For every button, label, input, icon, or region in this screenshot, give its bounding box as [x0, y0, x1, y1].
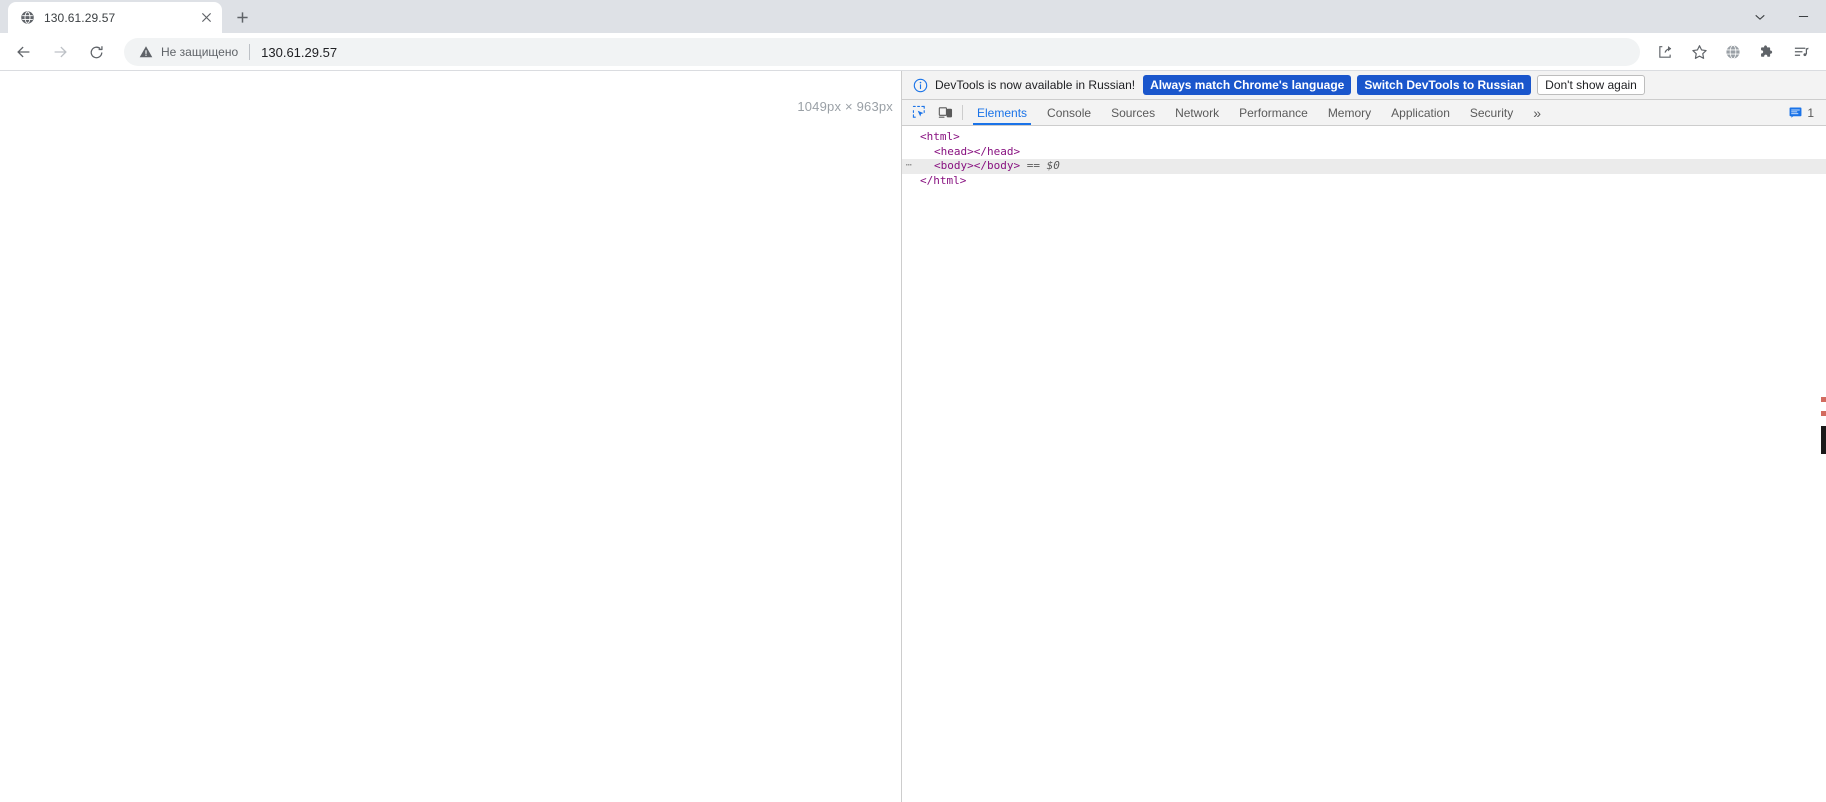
devtools-tab-bar: Elements Console Sources Network Perform…: [902, 100, 1826, 126]
devtools-panel: DevTools is now available in Russian! Al…: [901, 71, 1826, 802]
share-icon[interactable]: [1651, 38, 1679, 66]
new-tab-button[interactable]: [228, 3, 256, 31]
dom-node-text: <body></body>: [934, 159, 1021, 172]
tab-sources[interactable]: Sources: [1101, 100, 1165, 125]
dom-row[interactable]: ⋯ <body></body> == $0: [902, 159, 1826, 174]
browser-window: 130.61.29.57 Не защищено 130.61.29.57 10…: [0, 0, 1826, 802]
dom-node-selection-ref: == $0: [1020, 159, 1060, 172]
device-toolbar-icon[interactable]: [932, 100, 958, 125]
close-icon[interactable]: [198, 10, 214, 26]
dom-node-text: <html>: [920, 130, 960, 143]
tab-memory[interactable]: Memory: [1318, 100, 1381, 125]
window-controls: [1746, 0, 1826, 33]
dont-show-again-button[interactable]: Don't show again: [1537, 75, 1645, 95]
tab-elements[interactable]: Elements: [967, 100, 1037, 125]
dom-row[interactable]: <head></head>: [902, 145, 1826, 160]
reload-icon[interactable]: [80, 36, 112, 68]
tab-console[interactable]: Console: [1037, 100, 1101, 125]
scroll-marker: [1821, 397, 1826, 402]
globe-icon[interactable]: [1719, 38, 1747, 66]
info-circle-icon: [912, 77, 928, 93]
tabbar-spacer: [1551, 100, 1784, 125]
tab-performance[interactable]: Performance: [1229, 100, 1318, 125]
omnibox-divider: [249, 44, 251, 60]
security-label: Не защищено: [161, 45, 239, 59]
devtools-scroll-rail[interactable]: [1821, 126, 1826, 802]
content-area: 1049px × 963px DevTools is now available…: [0, 71, 1826, 802]
status-badge[interactable]: 1: [1784, 100, 1826, 125]
tabbar-divider: [962, 105, 963, 120]
inspect-cursor-icon[interactable]: [906, 100, 932, 125]
browser-tab[interactable]: 130.61.29.57: [8, 2, 222, 33]
viewport-size-tooltip: 1049px × 963px: [797, 99, 893, 114]
address-bar[interactable]: Не защищено 130.61.29.57: [124, 38, 1640, 66]
tab-strip: 130.61.29.57: [0, 0, 1826, 33]
tab-title: 130.61.29.57: [44, 10, 116, 25]
star-icon[interactable]: [1685, 38, 1713, 66]
security-indicator[interactable]: Не защищено: [138, 44, 238, 60]
infobar-message: DevTools is now available in Russian!: [935, 78, 1136, 92]
tab-security[interactable]: Security: [1460, 100, 1523, 125]
warning-triangle-icon: [138, 44, 154, 60]
dom-row[interactable]: <html>: [902, 130, 1826, 145]
tab-application[interactable]: Application: [1381, 100, 1460, 125]
more-tabs-icon[interactable]: »: [1523, 100, 1551, 125]
switch-to-russian-button[interactable]: Switch DevTools to Russian: [1357, 75, 1532, 95]
page-viewport[interactable]: 1049px × 963px: [0, 71, 901, 802]
dom-node-text: <head></head>: [934, 144, 1021, 158]
tab-network[interactable]: Network: [1165, 100, 1229, 125]
message-bubble-icon: [1788, 106, 1802, 120]
elements-dom-tree[interactable]: <html> <head></head> ⋯ <body></body> == …: [902, 126, 1826, 802]
chevron-down-icon[interactable]: [1746, 3, 1774, 31]
minimize-icon[interactable]: [1780, 1, 1826, 33]
scroll-marker: [1821, 411, 1826, 416]
always-match-language-button[interactable]: Always match Chrome's language: [1143, 75, 1352, 95]
globe-icon: [19, 10, 35, 26]
url-text[interactable]: 130.61.29.57: [261, 45, 337, 60]
dom-node-text: </html>: [920, 173, 967, 187]
dom-gutter[interactable]: ⋯: [902, 159, 916, 174]
devtools-language-infobar: DevTools is now available in Russian! Al…: [902, 71, 1826, 100]
scrollbar-thumb: [1821, 426, 1826, 454]
status-badge-count: 1: [1807, 105, 1814, 120]
arrow-left-icon[interactable]: [8, 36, 40, 68]
browser-toolbar: Не защищено 130.61.29.57: [0, 33, 1826, 71]
list-menu-icon[interactable]: [1787, 38, 1815, 66]
arrow-right-icon: [44, 36, 76, 68]
puzzle-icon[interactable]: [1753, 38, 1781, 66]
dom-row[interactable]: </html>: [902, 174, 1826, 189]
